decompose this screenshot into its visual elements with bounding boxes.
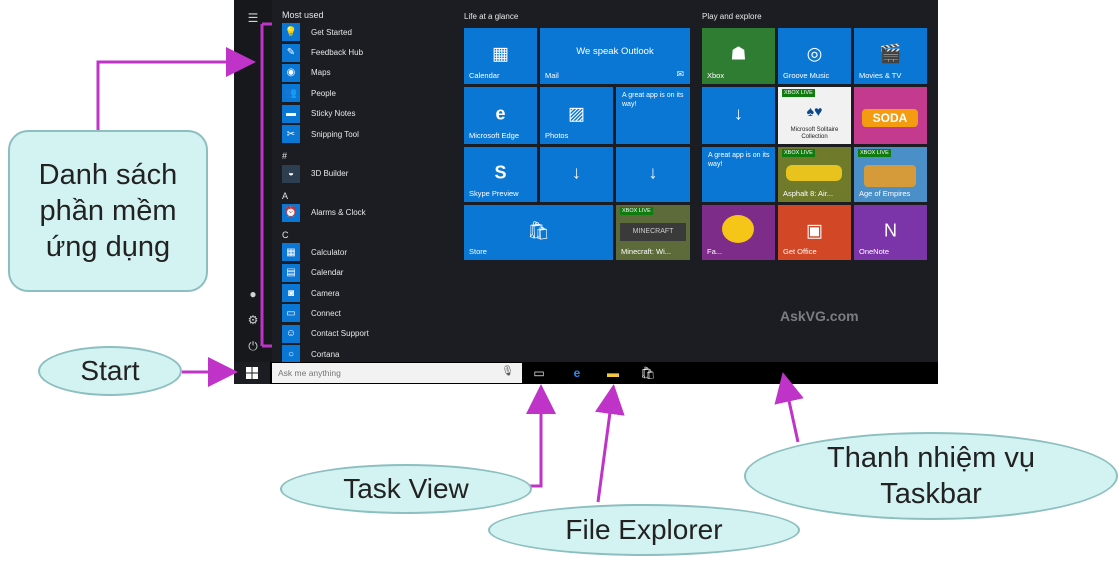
arrow-file-explorer xyxy=(594,384,625,503)
arrow-taskbar xyxy=(774,372,804,443)
callout-apps-list: Danh sách phần mềm ứng dụng xyxy=(8,130,208,292)
arrow-apps-list xyxy=(96,47,256,132)
arrow-task-view xyxy=(526,384,556,488)
callout-file-explorer: File Explorer xyxy=(488,504,800,556)
callout-task-view: Task View xyxy=(280,464,532,514)
callout-taskbar: Thanh nhiệm vụ Taskbar xyxy=(744,432,1118,520)
callout-start: Start xyxy=(38,346,182,396)
